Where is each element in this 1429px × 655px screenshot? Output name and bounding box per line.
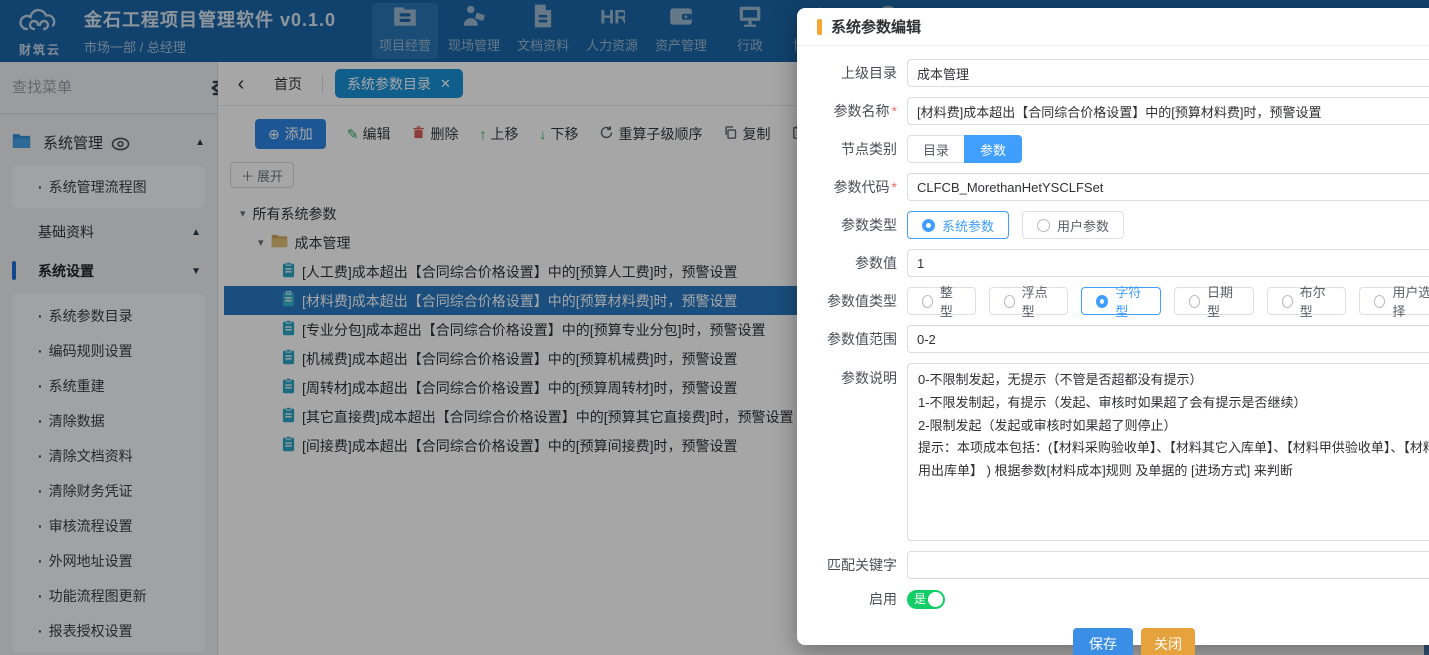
form-row-code: 参数代码* — [805, 173, 1429, 201]
radio-icon — [1037, 219, 1050, 232]
form-row-name: 参数名称* — [805, 97, 1429, 125]
param-desc-textarea[interactable]: 0-不限制发起，无提示（不管是否超都没有提示） 1-不限发制起，有提示（发起、审… — [907, 363, 1429, 541]
radio-icon — [1096, 295, 1108, 308]
enabled-toggle[interactable]: 是 — [907, 590, 945, 609]
radio-icon — [1004, 295, 1015, 308]
param-name-input[interactable] — [907, 97, 1429, 125]
form-row-value-type: 参数值类型 整型 浮点型 字符型 日期型 布尔型 用户选择 — [805, 287, 1429, 315]
param-edit-dialog: 系统参数编辑 上级目录 参数名称* 节点类别 目录 参数 参数代码* 参数类型 … — [797, 8, 1429, 645]
node-type-label: 节点类别 — [805, 139, 897, 159]
parent-dir-input[interactable] — [907, 59, 1429, 87]
radio-icon — [922, 219, 935, 232]
radio-icon — [1374, 295, 1385, 308]
dialog-header: 系统参数编辑 — [797, 8, 1429, 46]
form-row-param-type: 参数类型 系统参数 用户参数 — [805, 211, 1429, 239]
param-value-input[interactable] — [907, 249, 1429, 277]
form-row-value: 参数值 — [805, 249, 1429, 277]
keyword-input[interactable] — [907, 551, 1429, 579]
value-type-label: 参数值类型 — [805, 291, 897, 311]
required-marker: * — [892, 103, 897, 119]
node-type-param-button[interactable]: 参数 — [964, 135, 1022, 163]
save-button[interactable]: 保存 — [1073, 628, 1133, 655]
form-row-node-type: 节点类别 目录 参数 — [805, 135, 1429, 163]
keyword-label: 匹配关键字 — [805, 555, 897, 575]
radio-icon — [1189, 295, 1200, 308]
dialog-footer: 保存 关闭 — [805, 619, 1429, 655]
value-type-integer-radio[interactable]: 整型 — [907, 287, 976, 315]
node-type-directory-button[interactable]: 目录 — [907, 135, 964, 163]
param-type-label: 参数类型 — [805, 215, 897, 235]
param-type-system-radio[interactable]: 系统参数 — [907, 211, 1009, 239]
value-type-float-radio[interactable]: 浮点型 — [989, 287, 1069, 315]
form-row-description: 参数说明 0-不限制发起，无提示（不管是否超都没有提示） 1-不限发制起，有提示… — [805, 363, 1429, 541]
toggle-knob — [928, 592, 943, 607]
dialog-body: 上级目录 参数名称* 节点类别 目录 参数 参数代码* 参数类型 系统参数 用户… — [797, 46, 1429, 655]
close-button[interactable]: 关闭 — [1141, 628, 1195, 655]
value-range-input[interactable] — [907, 325, 1429, 353]
value-type-user-select-radio[interactable]: 用户选择 — [1359, 287, 1429, 315]
form-row-parent: 上级目录 — [805, 59, 1429, 87]
value-type-bool-radio[interactable]: 布尔型 — [1267, 287, 1347, 315]
param-name-label: 参数名称* — [805, 101, 897, 121]
dialog-title: 系统参数编辑 — [831, 16, 921, 37]
param-value-label: 参数值 — [805, 253, 897, 273]
param-code-label: 参数代码* — [805, 177, 897, 197]
value-type-date-radio[interactable]: 日期型 — [1174, 287, 1254, 315]
value-type-string-radio[interactable]: 字符型 — [1081, 287, 1161, 315]
value-range-label: 参数值范围 — [805, 329, 897, 349]
title-accent-bar — [817, 19, 822, 35]
radio-icon — [922, 295, 933, 308]
form-row-enabled: 启用 是 — [805, 589, 1429, 609]
param-desc-label: 参数说明 — [805, 363, 897, 388]
parent-dir-label: 上级目录 — [805, 63, 897, 83]
form-row-range: 参数值范围 — [805, 325, 1429, 353]
param-type-user-radio[interactable]: 用户参数 — [1022, 211, 1124, 239]
enabled-label: 启用 — [805, 589, 897, 609]
radio-icon — [1282, 295, 1293, 308]
form-row-keyword: 匹配关键字 — [805, 551, 1429, 579]
param-code-input[interactable] — [907, 173, 1429, 201]
required-marker: * — [892, 179, 897, 195]
